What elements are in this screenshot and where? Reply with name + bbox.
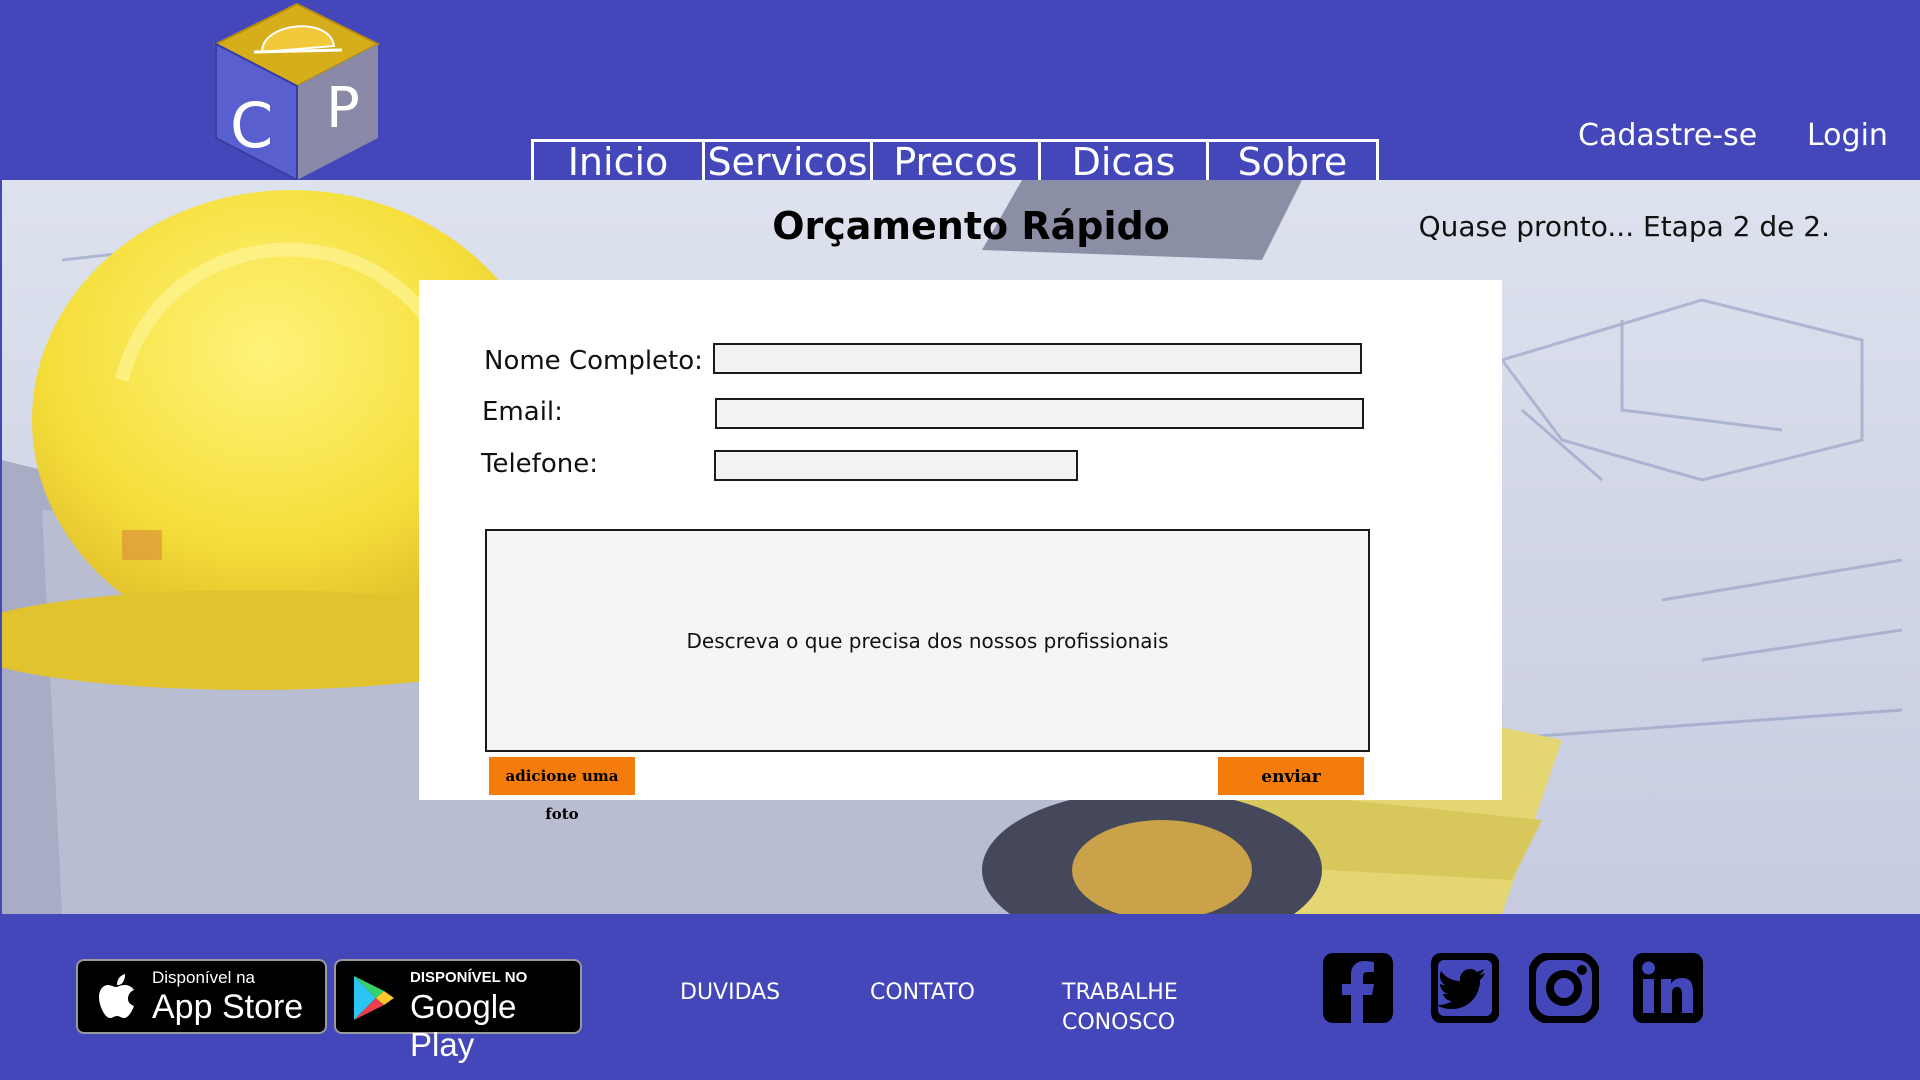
add-photo-button[interactable]: adicione uma foto <box>489 757 635 823</box>
apple-icon <box>99 974 134 1018</box>
logo-letter-p: P <box>326 76 360 141</box>
logo-letter-c: C <box>230 89 273 162</box>
site-footer: Disponível na App Store DISPONÍVEL NO Go… <box>0 914 1920 1080</box>
app-store-small-text: Disponível na <box>152 968 256 987</box>
nav-item-precos[interactable]: Precos <box>873 142 1041 180</box>
nav-item-sobre[interactable]: Sobre <box>1209 142 1376 180</box>
company-logo[interactable]: C P <box>210 2 385 182</box>
description-placeholder: Descreva o que precisa dos nossos profis… <box>686 628 1169 653</box>
login-link[interactable]: Login <box>1807 118 1888 153</box>
nav-item-dicas[interactable]: Dicas <box>1041 142 1209 180</box>
phone-label: Telefone: <box>481 449 598 479</box>
phone-field[interactable] <box>714 450 1078 481</box>
quote-form-card: Nome Completo: Email: Telefone: Descreva… <box>419 280 1502 823</box>
nav-item-servicos[interactable]: Servicos <box>705 142 873 180</box>
app-store-big-text: App Store <box>152 988 304 1026</box>
google-play-small-text: DISPONÍVEL NO <box>410 969 528 986</box>
footer-link-trabalhe-line1: TRABALHE <box>1062 980 1178 1005</box>
google-play-big-text: Google Play <box>410 988 517 1063</box>
signup-link[interactable]: Cadastre-se <box>1578 118 1757 153</box>
footer-link-contato[interactable]: CONTATO <box>870 978 975 1008</box>
name-field[interactable] <box>713 343 1362 374</box>
email-field[interactable] <box>715 398 1364 429</box>
name-label: Nome Completo: <box>484 346 703 376</box>
facebook-icon[interactable] <box>1323 953 1393 1023</box>
footer-link-trabalhe-conosco[interactable]: TRABALHE CONOSCO <box>1062 978 1178 1038</box>
google-play-icon <box>354 976 394 1020</box>
twitter-icon[interactable] <box>1431 953 1499 1023</box>
linkedin-icon[interactable] <box>1633 953 1703 1023</box>
site-header: C P Inicio Servicos Precos Dicas Sobre C… <box>0 0 1920 182</box>
send-button[interactable]: enviar <box>1218 757 1364 795</box>
main-content: Orçamento Rápido Quase pronto... Etapa 2… <box>2 180 1920 914</box>
footer-link-trabalhe-line2: CONOSCO <box>1062 1010 1176 1035</box>
step-indicator: Quase pronto... Etapa 2 de 2. <box>1418 210 1830 243</box>
nav-item-inicio[interactable]: Inicio <box>534 142 705 180</box>
description-textarea[interactable]: Descreva o que precisa dos nossos profis… <box>485 529 1370 752</box>
instagram-icon[interactable] <box>1529 953 1599 1023</box>
google-play-badge[interactable]: DISPONÍVEL NO Google Play <box>334 959 582 1063</box>
main-nav: Inicio Servicos Precos Dicas Sobre <box>531 139 1379 180</box>
email-label: Email: <box>482 397 563 427</box>
app-store-badge[interactable]: Disponível na App Store <box>76 959 327 1034</box>
footer-link-duvidas[interactable]: DUVIDAS <box>680 978 780 1008</box>
